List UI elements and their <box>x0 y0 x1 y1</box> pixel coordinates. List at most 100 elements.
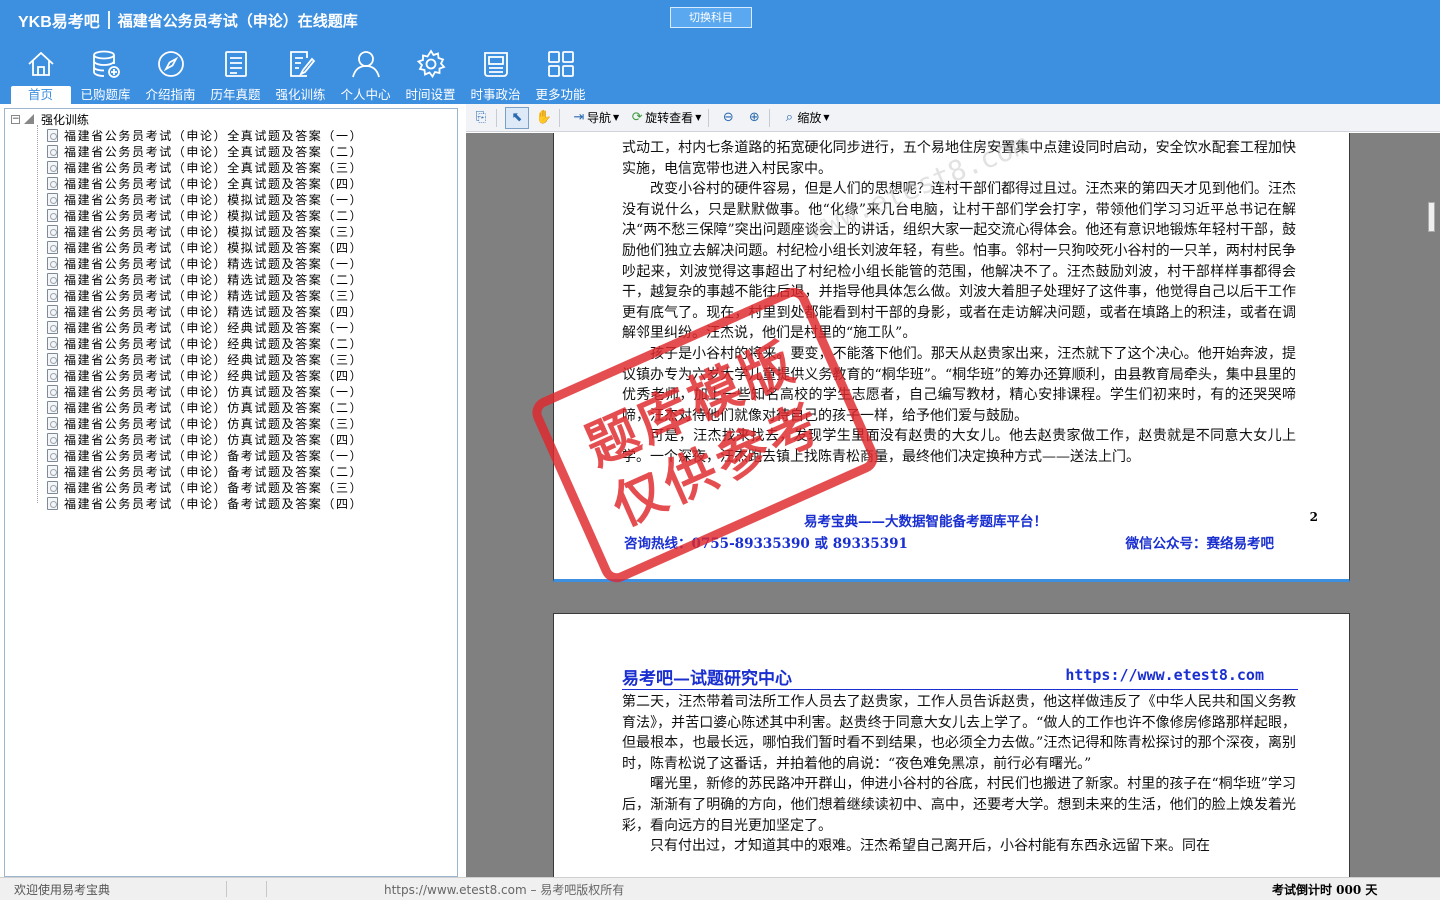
document-icon <box>47 160 58 174</box>
tree-item-label: 福建省公务员考试（申论）备考试题及答案（三） <box>64 480 364 495</box>
tree-item[interactable]: 福建省公务员考试（申论）全真试题及答案（三） <box>47 159 363 175</box>
tree-item[interactable]: 福建省公务员考试（申论）全真试题及答案（四） <box>47 175 363 191</box>
tree-item[interactable]: 福建省公务员考试（申论）备考试题及答案（三） <box>47 479 363 495</box>
cursor-icon: ⬉ <box>511 110 523 125</box>
page-header-url: https://www.etest8.com <box>1065 666 1264 684</box>
tree-item[interactable]: 福建省公务员考试（申论）精选试题及答案（二） <box>47 271 363 287</box>
tree-item[interactable]: 福建省公务员考试（申论）经典试题及答案（三） <box>47 351 363 367</box>
brand: YKB易考吧 福建省公务员考试（申论）在线题库 <box>18 10 358 31</box>
nav-label: 时事政治 <box>470 87 521 102</box>
collapse-icon[interactable]: − <box>11 114 20 124</box>
zoom-menu[interactable]: ⌕ 缩放 ▼ <box>778 107 832 129</box>
toolbar-separator <box>559 108 560 127</box>
toolbar-export[interactable]: ⎘ <box>470 107 492 129</box>
viewer-toolbar: ⎘ ⬉ ✋ ⇥ 导航 ▼ ⟳ 旋转查看 ▼ ⊖ ⊕ ⌕ 缩放 ▼ <box>466 104 1440 132</box>
tree-item-label: 福建省公务员考试（申论）经典试题及答案（四） <box>64 368 364 383</box>
tree-item[interactable]: 福建省公务员考试（申论）模拟试题及答案（二） <box>47 207 363 223</box>
folder-triangle-icon <box>24 114 34 124</box>
tree-item[interactable]: 福建省公务员考试（申论）仿真试题及答案（二） <box>47 399 363 415</box>
document-icon <box>47 432 58 446</box>
tree-item[interactable]: 福建省公务员考试（申论）精选试题及答案（四） <box>47 303 363 319</box>
status-bar: 欢迎使用易考宝典 https://www.etest8.com – 易考吧版权所… <box>0 877 1440 900</box>
zoom-in-button[interactable]: ⊕ <box>743 107 765 129</box>
document-icon <box>47 448 58 462</box>
app-logo: YKB易考吧 <box>18 14 100 31</box>
tree-item[interactable]: 福建省公务员考试（申论）精选试题及答案（一） <box>47 255 363 271</box>
nav-current-affairs[interactable]: 时事政治 <box>463 46 528 104</box>
tree-item-label: 福建省公务员考试（申论）仿真试题及答案（三） <box>64 416 364 431</box>
tree-item-label: 福建省公务员考试（申论）经典试题及答案（三） <box>64 352 364 367</box>
zoom-out-button[interactable]: ⊖ <box>717 107 739 129</box>
document-icon <box>47 256 58 270</box>
nav-label: 个人中心 <box>340 87 391 102</box>
tree-item-label: 福建省公务员考试（申论）仿真试题及答案（二） <box>64 400 364 415</box>
tree-item[interactable]: 福建省公务员考试（申论）精选试题及答案（三） <box>47 287 363 303</box>
nav-label: 更多功能 <box>535 87 586 102</box>
news-icon <box>483 52 508 77</box>
nav-more[interactable]: 更多功能 <box>528 46 593 104</box>
nav-past-papers[interactable]: 历年真题 <box>203 46 268 104</box>
nav-training[interactable]: 强化训练 <box>268 46 333 104</box>
switch-subject-button[interactable]: 切换科目 <box>670 7 752 28</box>
tree-item[interactable]: 福建省公务员考试（申论）备考试题及答案（一） <box>47 447 363 463</box>
tree-item[interactable]: 福建省公务员考试（申论）全真试题及答案（二） <box>47 143 363 159</box>
navigate-menu[interactable]: ⇥ 导航 ▼ <box>568 107 622 129</box>
page-header: 易考吧—试题研究中心 https://www.etest8.com <box>622 664 1298 690</box>
tree-item[interactable]: 福建省公务员考试（申论）模拟试题及答案（四） <box>47 239 363 255</box>
tree-item[interactable]: 福建省公务员考试（申论）仿真试题及答案（四） <box>47 431 363 447</box>
document-icon <box>47 352 58 366</box>
chevron-down-icon: ▼ <box>613 113 620 122</box>
document-icon <box>47 192 58 206</box>
document-icon <box>47 336 58 350</box>
nav-guide[interactable]: 介绍指南 <box>138 46 203 104</box>
tree-item[interactable]: 福建省公务员考试（申论）仿真试题及答案（一） <box>47 383 363 399</box>
navigate-icon: ⇥ <box>573 110 585 125</box>
tree-item[interactable]: 福建省公务员考试（申论）经典试题及答案（二） <box>47 335 363 351</box>
magnifier-icon: ⌕ <box>785 110 793 125</box>
page-header-title: 易考吧—试题研究中心 <box>622 669 792 689</box>
tree-item[interactable]: 福建省公务员考试（申论）模拟试题及答案（三） <box>47 223 363 239</box>
tree-item-label: 福建省公务员考试（申论）全真试题及答案（二） <box>64 144 364 159</box>
nav-label: 介绍指南 <box>145 87 196 102</box>
export-icon: ⎘ <box>475 110 487 125</box>
tree-item[interactable]: 福建省公务员考试（申论）仿真试题及答案（三） <box>47 415 363 431</box>
toolbar-separator <box>708 108 710 127</box>
document-icon <box>47 176 58 190</box>
tree-item[interactable]: 福建省公务员考试（申论）备考试题及答案（四） <box>47 495 363 511</box>
nav-purchased[interactable]: 已购题库 <box>73 46 138 104</box>
tree-item-label: 福建省公务员考试（申论）精选试题及答案（四） <box>64 304 364 319</box>
scrollbar-thumb[interactable] <box>1428 202 1435 232</box>
tree-item[interactable]: 福建省公务员考试（申论）备考试题及答案（二） <box>47 463 363 479</box>
tree-item-label: 福建省公务员考试（申论）备考试题及答案（四） <box>64 496 364 511</box>
tree-item-label: 福建省公务员考试（申论）全真试题及答案（一） <box>64 128 364 143</box>
document-icon <box>47 288 58 302</box>
paragraph: 曙光里，新修的苏民路冲开群山，伸进小谷村的谷底，村民们也搬进了新家。村里的孩子在… <box>622 776 1296 834</box>
status-divider <box>226 881 227 897</box>
page-number: 2 <box>1309 510 1318 524</box>
hand-tool[interactable]: ✋ <box>533 107 555 129</box>
page-body: 第二天，汪杰带着司法所工作人员去了赵贵家，工作人员告诉赵贵，他这样做违反了《中华… <box>622 692 1296 857</box>
paragraph: 第二天，汪杰带着司法所工作人员去了赵贵家，工作人员告诉赵贵，他这样做违反了《中华… <box>622 694 1296 772</box>
tree-item-label: 福建省公务员考试（申论）精选试题及答案（三） <box>64 288 364 303</box>
tree-item[interactable]: 福建省公务员考试（申论）全真试题及答案（一） <box>47 127 363 143</box>
document-icon <box>47 416 58 430</box>
nav-time-settings[interactable]: 时间设置 <box>398 46 463 104</box>
database-icon <box>92 50 120 78</box>
tree-item[interactable]: 福建省公务员考试（申论）模拟试题及答案（一） <box>47 191 363 207</box>
zoom-out-icon: ⊖ <box>722 110 734 125</box>
user-icon <box>351 51 380 78</box>
nav-profile[interactable]: 个人中心 <box>333 46 398 104</box>
tree-item-label: 福建省公务员考试（申论）精选试题及答案（一） <box>64 256 364 271</box>
tree-root[interactable]: − 强化训练 <box>11 111 89 127</box>
status-divider <box>266 881 267 897</box>
tree-item-label: 福建省公务员考试（申论）精选试题及答案（二） <box>64 272 364 287</box>
tree-item-label: 福建省公务员考试（申论）全真试题及答案（三） <box>64 160 364 175</box>
tree-item[interactable]: 福建省公务员考试（申论）经典试题及答案（四） <box>47 367 363 383</box>
hand-icon: ✋ <box>535 110 553 125</box>
chevron-down-icon: ▼ <box>695 113 702 122</box>
rotate-menu[interactable]: ⟳ 旋转查看 ▼ <box>626 107 704 129</box>
tree-item[interactable]: 福建省公务员考试（申论）经典试题及答案（一） <box>47 319 363 335</box>
select-tool[interactable]: ⬉ <box>505 106 529 129</box>
nav-label: 已购题库 <box>80 87 131 102</box>
nav-home[interactable]: 首页 <box>8 46 73 104</box>
